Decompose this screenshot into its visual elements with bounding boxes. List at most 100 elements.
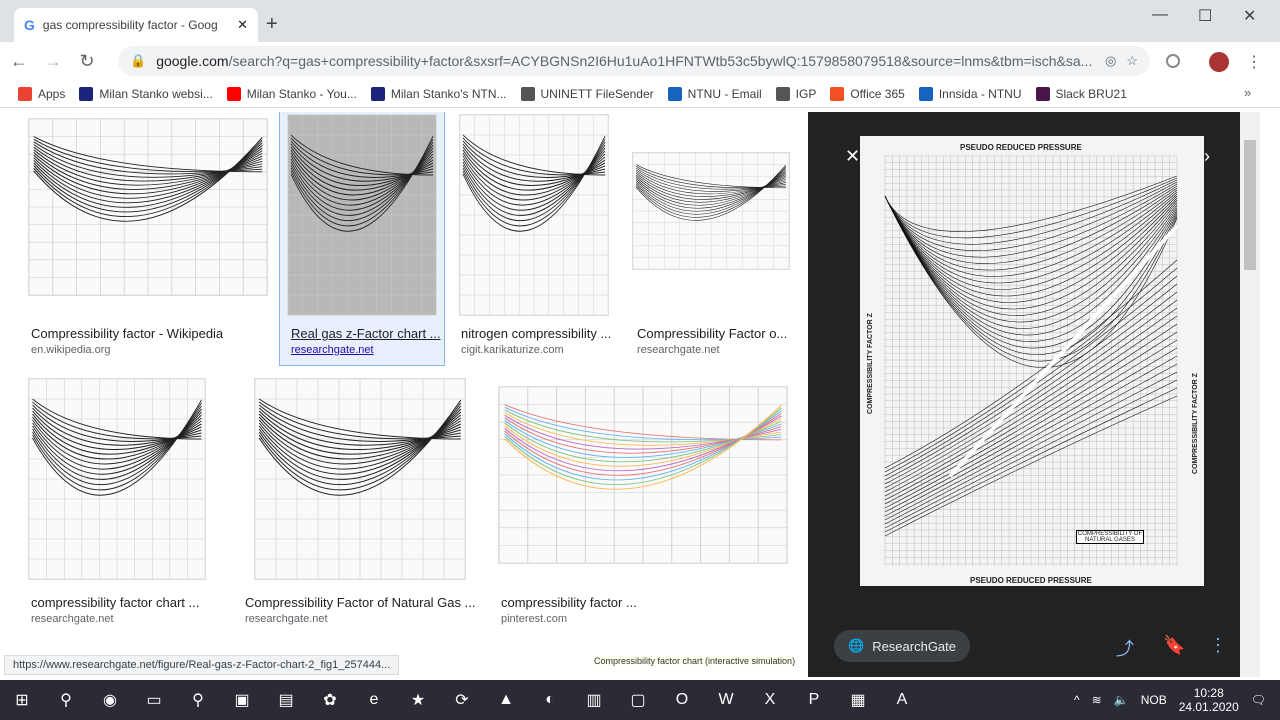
more-options-icon[interactable]: ⋮ [1209, 635, 1227, 656]
save-app-icon[interactable]: ▣ [220, 680, 264, 720]
result-caption[interactable]: compressibility factor chart ... [31, 595, 199, 610]
maximize-icon[interactable]: ☐ [1198, 6, 1212, 26]
result-caption[interactable]: Real gas z-Factor chart ... [291, 326, 441, 341]
bookmark-label: Innsida - NTNU [938, 86, 1022, 101]
bookmark-item[interactable]: Milan Stanko's NTN... [370, 86, 507, 101]
close-window-icon[interactable]: ✕ [1243, 6, 1256, 26]
page-scrollbar[interactable] [1240, 112, 1260, 677]
search-icon[interactable]: ⚲ [44, 680, 88, 720]
tab-title: gas compressibility factor - Goog [42, 18, 218, 32]
star-icon[interactable]: ☆ [1126, 53, 1138, 69]
address-bar[interactable]: 🔒 google.com/search?q=gas+compressibilit… [118, 46, 1150, 76]
bookmark-item[interactable]: Milan Stanko websi... [79, 86, 213, 101]
edge-icon[interactable]: e [352, 680, 396, 720]
result-source[interactable]: researchgate.net [245, 613, 328, 625]
sync-icon[interactable]: ⟳ [440, 680, 484, 720]
vlc-icon[interactable]: ▲ [484, 680, 528, 720]
minimize-icon[interactable]: — [1152, 6, 1168, 24]
result-caption[interactable]: Compressibility Factor o... [637, 326, 787, 341]
scrollbar-thumb[interactable] [1244, 140, 1256, 270]
browser-tab[interactable]: G gas compressibility factor - Goog ✕ [14, 8, 258, 42]
clock[interactable]: 10:28 24.01.2020 [1179, 686, 1239, 714]
terminal-icon[interactable]: ▢ [616, 680, 660, 720]
app-icon[interactable]: ▤ [264, 680, 308, 720]
extension-icon[interactable] [1166, 54, 1180, 68]
bookmark-item[interactable]: Milan Stanko - You... [226, 86, 357, 101]
bookmark-icon [918, 86, 933, 101]
bookmark-icon [79, 86, 94, 101]
chart-thumbnail-image [459, 114, 609, 316]
file-explorer-icon[interactable]: ▭ [132, 680, 176, 720]
bookmark-item[interactable]: Office 365 [830, 86, 905, 101]
excel-icon[interactable]: X [748, 680, 792, 720]
result-source[interactable]: researchgate.net [291, 344, 374, 356]
result-thumbnail[interactable] [632, 152, 790, 270]
app-icon-doc[interactable]: ▦ [836, 680, 880, 720]
clock-time: 10:28 [1193, 686, 1224, 700]
paint-icon[interactable]: ✿ [308, 680, 352, 720]
bookmark-icon [830, 86, 845, 101]
pycharm-icon[interactable]: P [792, 680, 836, 720]
menu-icon[interactable]: ⋮ [1246, 52, 1262, 72]
bookmark-item[interactable]: Apps [18, 86, 65, 101]
back-icon[interactable]: ← [4, 51, 34, 72]
preview-left-label: COMPRESSIBILITY FACTOR Z [866, 313, 874, 414]
next-image-icon[interactable]: › [1204, 146, 1210, 167]
bookmark-item[interactable]: Innsida - NTNU [918, 86, 1022, 101]
result-thumbnail[interactable] [287, 114, 437, 316]
close-preview-icon[interactable]: ✕ [845, 146, 860, 167]
bookmark-label: IGP [795, 86, 817, 101]
wifi-icon[interactable]: ≋ [1092, 693, 1102, 707]
new-tab-icon[interactable]: + [266, 13, 278, 36]
save-icon[interactable]: 🔖 [1163, 635, 1185, 656]
close-tab-icon[interactable]: ✕ [237, 17, 248, 33]
bookmark-icon [667, 86, 682, 101]
preview-image[interactable] [860, 136, 1204, 586]
share-icon[interactable]: ⤴ [1116, 635, 1134, 661]
notification-icon[interactable]: 🗨 [1251, 693, 1266, 707]
chrome-icon[interactable]: ◉ [88, 680, 132, 720]
firefox-icon[interactable]: ◐ [528, 680, 572, 720]
tab-strip: G gas compressibility factor - Goog ✕ + … [0, 0, 1280, 42]
result-thumbnail[interactable] [459, 114, 609, 316]
result-source[interactable]: researchgate.net [31, 613, 114, 625]
result-thumbnail[interactable] [28, 378, 206, 580]
forward-icon[interactable]: → [38, 51, 68, 72]
app-icon-blue[interactable]: ▥ [572, 680, 616, 720]
tray-chevron-icon[interactable]: ^ [1074, 693, 1080, 707]
bookmark-icon [226, 86, 241, 101]
z-factor-chart-image [884, 155, 1179, 566]
reload-icon[interactable]: ↻ [72, 51, 102, 72]
word-icon[interactable]: W [704, 680, 748, 720]
volume-icon[interactable]: 🔈 [1114, 693, 1129, 707]
lang-indicator[interactable]: NOB [1141, 693, 1167, 707]
result-source[interactable]: cigit.karikaturize.com [461, 344, 564, 356]
bookmark-icon [18, 86, 32, 101]
chart-thumbnail-image [632, 152, 790, 270]
result-source[interactable]: researchgate.net [637, 344, 720, 356]
acrobat-icon[interactable]: A [880, 680, 924, 720]
researchgate-button[interactable]: 🌐 ResearchGate [834, 630, 971, 662]
location-icon[interactable]: ◎ [1105, 53, 1116, 69]
result-thumbnail[interactable] [28, 118, 268, 296]
result-thumbnail[interactable] [498, 386, 788, 564]
bookmarks-overflow-icon[interactable]: » [1244, 85, 1251, 100]
result-caption[interactable]: compressibility factor ... [501, 595, 637, 610]
outlook-icon[interactable]: O [660, 680, 704, 720]
app-icon-red[interactable]: ★ [396, 680, 440, 720]
windows-start-icon[interactable]: ⊞ [0, 680, 44, 720]
result-caption[interactable]: Compressibility factor - Wikipedia [31, 326, 223, 341]
result-source[interactable]: pinterest.com [501, 613, 567, 625]
bookmark-item[interactable]: IGP [775, 86, 817, 101]
search-app-icon[interactable]: ⚲ [176, 680, 220, 720]
avatar[interactable] [1209, 52, 1229, 72]
bookmark-icon [520, 86, 535, 101]
bookmark-item[interactable]: UNINETT FileSender [520, 86, 654, 101]
result-source[interactable]: en.wikipedia.org [31, 344, 111, 356]
bookmarks-bar: Apps Milan Stanko websi... Milan Stanko - … [0, 80, 1280, 108]
result-thumbnail[interactable] [254, 378, 466, 580]
bookmark-item[interactable]: Slack BRU21 [1035, 86, 1127, 101]
bookmark-item[interactable]: NTNU - Email [667, 86, 762, 101]
result-caption[interactable]: Compressibility Factor of Natural Gas ..… [245, 595, 475, 610]
result-caption[interactable]: nitrogen compressibility ... [461, 326, 611, 341]
